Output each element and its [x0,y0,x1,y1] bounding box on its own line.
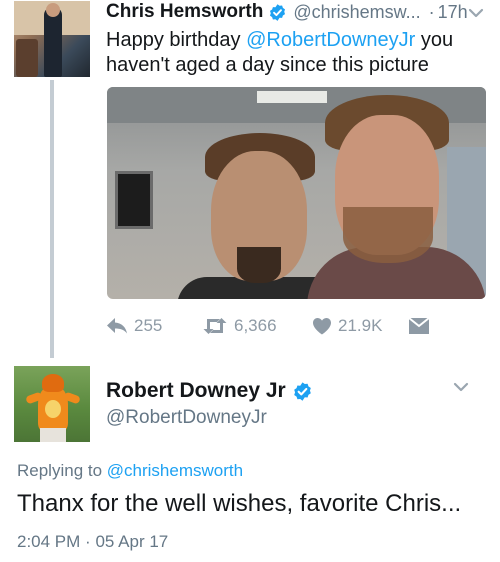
conversation-thread-line [50,80,54,358]
retweet-icon [203,318,227,334]
replying-to-mention[interactable]: @chrishemsworth [107,461,243,480]
avatar-costume-legs [40,428,66,442]
parent-tweet-text: Happy birthday @RobertDowneyJr you haven… [106,28,486,78]
reply-time: 2:04 PM [17,532,81,551]
author-handle[interactable]: @chrishemsw... [293,2,420,23]
photo-person-left-beard [237,247,281,283]
avatar-costume-hood [42,374,64,392]
reply-button[interactable]: 255 [106,316,202,336]
tweet-timestamp[interactable]: 17h [438,2,468,23]
reply-tweet-text: Thanx for the well wishes, favorite Chri… [17,490,462,517]
reply-timestamp[interactable]: 2:04 PM · 05 Apr 17 [17,532,168,552]
verified-badge-icon [293,381,311,401]
parent-tweet-header: Chris Hemsworth @chrishemsw... · 17h [106,0,468,24]
avatar-head [46,3,60,17]
replying-to-line: Replying to @chrishemsworth [17,461,243,481]
tweet-action-bar: 255 6,366 21.9K [106,314,430,338]
like-button[interactable]: 21.9K [312,316,408,336]
like-heart-icon [313,318,331,335]
avatar-chair [16,39,38,77]
chevron-down-icon[interactable] [466,3,486,23]
avatar-robert-downey-jr[interactable] [14,366,90,442]
photo-wall-frame [115,171,153,229]
tweet-text-prefix: Happy birthday [106,29,247,51]
reply-author-row: Robert Downey Jr [106,378,313,404]
replying-to-prefix: Replying to [17,461,107,480]
mention-link[interactable]: @RobertDowneyJr [246,29,415,51]
direct-message-button[interactable] [408,317,430,335]
retweet-button[interactable]: 6,366 [202,316,312,336]
author-handle[interactable]: @RobertDowneyJr [106,407,267,429]
avatar-chris-hemsworth[interactable] [14,1,90,77]
time-separator: · [85,532,91,551]
retweet-count: 6,366 [234,316,277,335]
author-name[interactable]: Robert Downey Jr [106,379,286,403]
photo-person-right-beard [343,207,433,263]
reply-date: 05 Apr 17 [95,532,169,551]
time-separator: · [428,1,435,22]
avatar-costume-belly [45,400,61,418]
verified-badge-icon [270,3,286,21]
reply-icon [107,318,127,334]
author-name[interactable]: Chris Hemsworth [106,1,263,23]
chevron-down-icon[interactable] [451,377,471,397]
reply-count: 255 [134,316,163,335]
direct-message-icon [408,317,430,334]
like-count: 21.9K [338,316,383,335]
photo-ceiling-light [257,91,327,103]
avatar-person [44,7,62,77]
tweet-photo[interactable] [107,87,486,299]
